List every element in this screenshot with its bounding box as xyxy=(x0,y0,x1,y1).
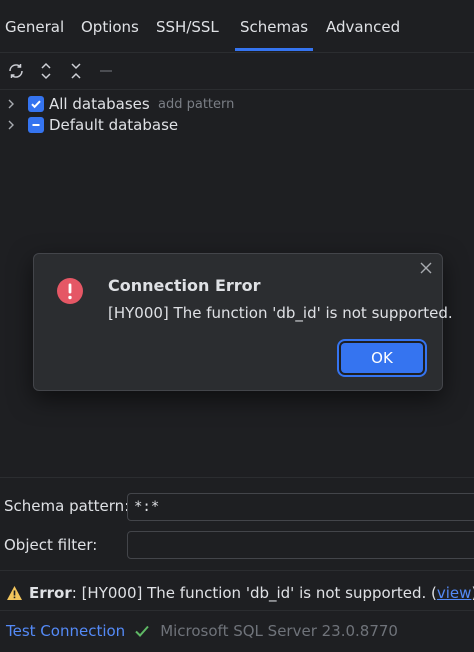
view-link[interactable]: view xyxy=(437,584,472,602)
tab-advanced[interactable]: Advanced xyxy=(326,0,400,50)
warning-icon xyxy=(7,586,22,600)
tab-general[interactable]: General xyxy=(5,0,64,50)
chevron-right-icon[interactable] xyxy=(6,120,16,130)
schema-pattern-label: Schema pattern: xyxy=(4,497,130,515)
dialog-message: [HY000] The function 'db_id' is not supp… xyxy=(108,304,453,322)
tab-bar: General Options SSH/SSL Schemas Advanced xyxy=(0,0,474,53)
server-version: Microsoft SQL Server 23.0.8770 xyxy=(160,622,398,640)
tree-row-default-database[interactable]: Default database xyxy=(0,114,474,136)
connection-error-dialog: Connection Error [HY000] The function 'd… xyxy=(33,253,453,391)
divider xyxy=(0,477,474,478)
schema-pattern-input[interactable]: *:* xyxy=(127,493,474,521)
close-icon[interactable] xyxy=(418,260,434,276)
divider xyxy=(0,610,474,611)
dialog-title: Connection Error xyxy=(108,276,261,295)
check-icon xyxy=(135,625,149,637)
tab-options[interactable]: Options xyxy=(81,0,139,50)
ok-button[interactable]: OK xyxy=(341,343,423,373)
expand-all-icon[interactable] xyxy=(36,61,56,81)
schema-toolbar xyxy=(0,53,474,90)
footer: Test Connection Microsoft SQL Server 23.… xyxy=(6,622,398,640)
all-databases-label: All databases xyxy=(49,95,150,113)
refresh-icon[interactable] xyxy=(6,61,26,81)
tab-schemas[interactable]: Schemas xyxy=(234,0,314,51)
tab-ssh-ssl[interactable]: SSH/SSL xyxy=(156,0,219,50)
error-message: : [HY000] The function 'db_id' is not su… xyxy=(71,584,437,602)
chevron-right-icon[interactable] xyxy=(6,99,16,109)
object-filter-input[interactable] xyxy=(127,531,474,559)
object-filter-label: Object filter: xyxy=(4,536,98,554)
add-pattern-link[interactable]: add pattern xyxy=(158,97,234,112)
error-status: Error : [HY000] The function 'db_id' is … xyxy=(6,584,474,602)
error-icon xyxy=(57,278,83,304)
indeterminate-icon xyxy=(32,124,40,126)
test-connection-link[interactable]: Test Connection xyxy=(6,622,125,640)
checkmark-icon xyxy=(31,100,41,109)
divider xyxy=(0,570,474,571)
default-database-checkbox[interactable] xyxy=(28,117,44,133)
tree-row-all-databases[interactable]: All databases add pattern xyxy=(0,93,474,115)
remove-icon[interactable] xyxy=(96,61,116,81)
default-database-label: Default database xyxy=(49,116,179,134)
collapse-all-icon[interactable] xyxy=(66,61,86,81)
error-label: Error xyxy=(29,584,72,602)
all-databases-checkbox[interactable] xyxy=(28,96,44,112)
